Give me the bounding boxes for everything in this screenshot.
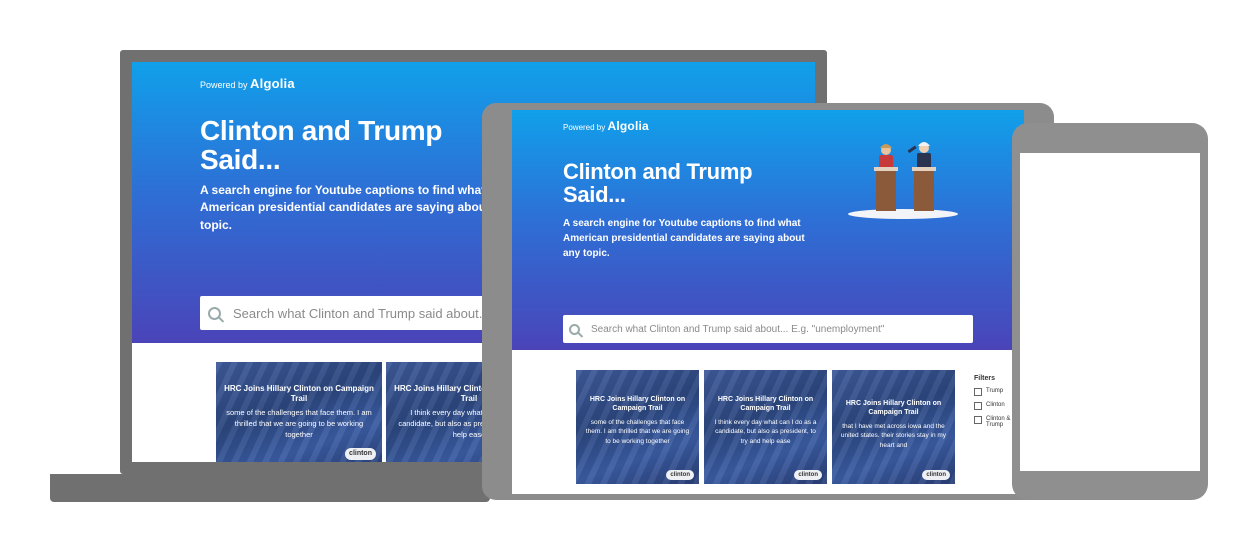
search-icon — [569, 323, 580, 335]
page-subtitle: A search engine for Youtube captions to … — [1038, 320, 1127, 394]
search-placeholder: Search what Clinton and Trump said about… — [591, 323, 885, 335]
result-card[interactable]: HRC Joins Hillary Clinton on Campaign Tr… — [216, 362, 382, 462]
card-title: HRC Joins Hillary Clinton on Campaign Tr… — [717, 396, 814, 412]
card-title: HRC Joins Hillary Clinton on Campaign Tr… — [845, 400, 942, 416]
candidate-tag: clinton — [794, 470, 822, 480]
phone-powered-by[interactable]: Powered by Algolia — [1038, 210, 1083, 237]
algolia-logo: Algolia — [1038, 222, 1083, 237]
tablet-screen: Powered by Algolia Clinton and Trump Sai… — [512, 110, 1024, 494]
algolia-logo: Algolia — [607, 119, 649, 133]
debate-podium-illustration — [848, 142, 958, 219]
phone-screen: Powered by Algolia Clinton and Trump Sai… — [1020, 153, 1200, 471]
search-icon — [208, 306, 221, 320]
result-card[interactable]: HRC Joins Hillary Clinton on Campaign Tr… — [576, 370, 699, 484]
algolia-logo: Algolia — [250, 76, 295, 91]
candidate-tag: clinton — [922, 470, 950, 480]
card-caption: that I have met across iowa and the unit… — [840, 423, 947, 449]
card-caption: some of the challenges that face them. I… — [226, 408, 372, 439]
filter-checkbox[interactable] — [974, 416, 982, 424]
candidate-tag: clinton — [345, 448, 376, 460]
card-title: HRC Joins Hillary Clinton on Campaign Tr… — [224, 384, 374, 403]
page-subtitle: A search engine for Youtube captions to … — [200, 183, 515, 232]
candidate-tag: clinton — [666, 470, 694, 480]
card-caption: I think every day what can I do as a can… — [714, 419, 817, 445]
page-title: Clinton and Trump Said... — [200, 115, 443, 176]
page-title: Clinton and Trump Said... — [1038, 264, 1123, 295]
filter-label: Trump — [986, 388, 1004, 394]
filter-checkbox[interactable] — [974, 402, 982, 410]
powered-by-label: Powered by — [563, 123, 606, 132]
filter-checkbox[interactable] — [974, 388, 982, 396]
page-subtitle: A search engine for Youtube captions to … — [563, 218, 805, 259]
tablet-search-input[interactable]: Search what Clinton and Trump said about… — [563, 315, 973, 343]
powered-by-label: Powered by — [200, 80, 248, 90]
search-placeholder: Search what Clinton and Trump said about… — [233, 305, 490, 321]
result-card[interactable]: HRC Joins Hillary Clinton on Campaign Tr… — [704, 370, 827, 484]
page-title: Clinton and Trump Said... — [563, 159, 753, 208]
tablet-powered-by[interactable]: Powered by Algolia — [563, 119, 649, 133]
card-title: HRC Joins Hillary Clinton on Campaign Tr… — [589, 396, 686, 412]
card-caption: some of the challenges that face them. I… — [585, 419, 690, 445]
powered-by-label: Powered by — [1038, 210, 1081, 219]
laptop-base — [50, 474, 490, 502]
filter-label: Clinton — [986, 402, 1005, 408]
laptop-powered-by[interactable]: Powered by Algolia — [200, 76, 295, 91]
result-card[interactable]: HRC Joins Hillary Clinton on Campaign Tr… — [832, 370, 955, 484]
